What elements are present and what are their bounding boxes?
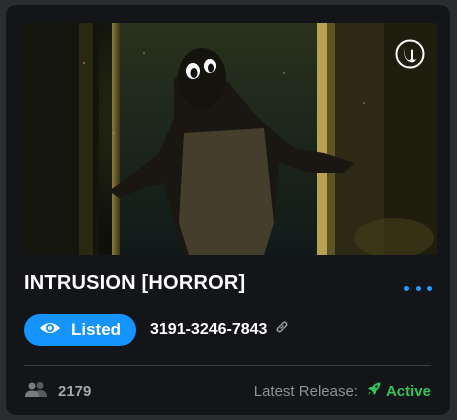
eye-icon bbox=[39, 320, 61, 340]
thumbnail-scene bbox=[24, 23, 437, 255]
release-status: Active bbox=[366, 381, 431, 401]
island-code-text[interactable]: 3191-3246-7843 bbox=[150, 321, 267, 339]
more-options-icon[interactable] bbox=[404, 281, 432, 295]
link-icon[interactable] bbox=[275, 320, 289, 339]
latest-release-label: Latest Release: bbox=[253, 382, 358, 400]
thumbnail-image[interactable] bbox=[24, 23, 437, 255]
rocket-icon bbox=[366, 381, 382, 401]
listed-status-badge[interactable]: Listed bbox=[24, 314, 136, 346]
divider bbox=[24, 365, 431, 366]
release-status-text: Active bbox=[385, 382, 431, 400]
player-count: 2179 bbox=[24, 381, 91, 401]
island-title[interactable]: INTRUSION [HORROR] bbox=[24, 272, 245, 295]
latest-release: Latest Release: Active bbox=[254, 381, 431, 401]
listed-label: Listed bbox=[70, 320, 122, 339]
player-count-value: 2179 bbox=[58, 382, 92, 400]
unreal-engine-logo bbox=[395, 39, 425, 69]
island-card[interactable]: INTRUSION [HORROR] Listed 3191-3246-7843 bbox=[6, 5, 450, 415]
people-icon bbox=[24, 381, 50, 401]
island-code[interactable]: 3191-3246-7843 bbox=[150, 320, 289, 339]
